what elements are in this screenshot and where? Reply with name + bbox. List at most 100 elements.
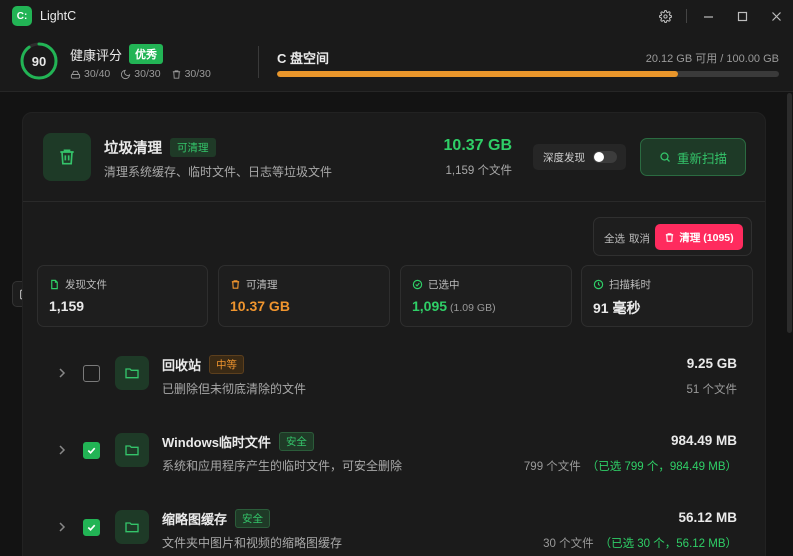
risk-badge: 中等: [209, 355, 245, 374]
title-bar: C: LightC: [0, 0, 793, 32]
risk-badge: 安全: [278, 432, 314, 451]
item-count: 30 个文件 （已选 30 个，56.12 MB）: [543, 535, 737, 551]
clean-label: 清理 (1095): [679, 231, 734, 244]
app-title: LightC: [40, 9, 77, 23]
total-count: 1,159 个文件: [445, 165, 512, 177]
chevron-right-icon[interactable]: [57, 367, 67, 379]
stat-label-text: 可清理: [246, 279, 278, 291]
divider: [258, 46, 259, 78]
minimize-icon[interactable]: [691, 0, 725, 32]
chevron-right-icon[interactable]: [57, 444, 67, 456]
deep-scan-switch[interactable]: [593, 151, 617, 163]
stat-sub: (1.09 GB): [450, 302, 496, 314]
health-stat-disk: 30/40: [70, 68, 110, 80]
stat-value: 1,159: [49, 298, 84, 314]
list-item-recycle-bin[interactable]: 回收站 中等 已删除但未彻底清除的文件 9.25 GB 51 个文件: [23, 341, 767, 419]
cancel-link[interactable]: 取消: [629, 231, 650, 246]
card-header: 垃圾清理 可清理 清理系统缓存、临时文件、日志等垃圾文件 10.37 GB 1,…: [23, 113, 765, 202]
health-stat-value: 30/30: [184, 68, 211, 80]
item-title: Windows临时文件 安全: [162, 432, 314, 451]
check-circle-icon: [412, 279, 423, 290]
health-stat-value: 30/30: [134, 68, 161, 80]
trash-icon: [666, 232, 674, 242]
card-title: 垃圾清理 可清理: [104, 137, 216, 158]
risk-badge: 安全: [235, 509, 271, 528]
disk-title: C 盘空间: [277, 51, 330, 66]
item-description: 文件夹中图片和视频的缩略图缓存: [162, 536, 343, 550]
item-size: 56.12 MB: [678, 510, 737, 525]
check-icon: [87, 524, 96, 531]
window-controls: [648, 0, 793, 32]
trash-icon: [231, 280, 240, 289]
health-title: 健康评分 优秀: [70, 44, 164, 64]
item-count-text: 799 个文件: [523, 461, 581, 473]
health-score-value: 90: [31, 53, 47, 69]
item-checkbox[interactable]: [83, 519, 100, 536]
item-description: 已删除但未彻底清除的文件: [162, 382, 307, 396]
item-title-text: Windows临时文件: [162, 435, 271, 450]
rescan-button[interactable]: 重新扫描: [640, 138, 746, 176]
health-stat-value: 30/40: [84, 68, 111, 80]
stat-label: 发现文件: [49, 277, 107, 292]
status-header: 90 健康评分 优秀 30/40 30/30 30/30 C 盘空间 20.12…: [0, 32, 793, 92]
health-title-text: 健康评分: [70, 47, 123, 63]
stat-scan-time: 扫描耗时 91 毫秒: [581, 265, 753, 327]
health-badge: 优秀: [129, 44, 164, 64]
disk-info: 20.12 GB 可用 / 100.00 GB: [645, 53, 779, 65]
selection-actions: 全选 取消 清理 (1095): [593, 217, 752, 256]
app-logo: C:: [12, 6, 32, 26]
scrollbar[interactable]: [787, 93, 792, 333]
stat-cleanable: 可清理 10.37 GB: [218, 265, 390, 327]
rescan-label: 重新扫描: [676, 151, 727, 166]
item-checkbox[interactable]: [83, 365, 100, 382]
stat-value-text: 10.37 GB: [230, 298, 290, 314]
folder-icon: [115, 356, 149, 390]
total-size: 10.37 GB: [443, 137, 512, 154]
clean-button[interactable]: 清理 (1095): [655, 224, 743, 250]
item-count: 51 个文件: [687, 381, 738, 397]
stat-selected: 已选中 1,095 (1.09 GB): [400, 265, 572, 327]
select-all-link[interactable]: 全选: [604, 231, 625, 246]
health-stat-trash: 30/30: [171, 68, 211, 80]
trash-icon: [43, 133, 91, 181]
item-title-text: 回收站: [162, 358, 202, 373]
chevron-right-icon[interactable]: [57, 521, 67, 533]
folder-icon: [115, 433, 149, 467]
gear-icon[interactable]: [648, 0, 682, 32]
item-title: 缩略图缓存 安全: [162, 509, 271, 528]
stat-value: 10.37 GB: [230, 298, 290, 314]
disk-usage-fill: [277, 71, 678, 77]
stat-label-text: 已选中: [428, 279, 460, 291]
health-stat-moon: 30/30: [120, 68, 161, 80]
stat-label: 可清理: [230, 277, 278, 292]
disk-usage-bar: [277, 71, 779, 77]
item-count-text: 30 个文件: [543, 538, 594, 550]
maximize-icon[interactable]: [725, 0, 759, 32]
item-checkbox[interactable]: [83, 442, 100, 459]
item-count: 799 个文件 （已选 799 个，984.49 MB）: [524, 458, 737, 474]
check-icon: [87, 447, 96, 454]
item-selected-text: （已选 30 个，56.12 MB）: [599, 538, 737, 550]
deep-scan-toggle[interactable]: 深度发现: [533, 144, 626, 170]
item-title: 回收站 中等: [162, 355, 245, 374]
stat-value-text: 91 毫秒: [593, 300, 641, 316]
folder-icon: [115, 510, 149, 544]
item-title-text: 缩略图缓存: [162, 512, 228, 527]
stat-label-text: 发现文件: [65, 279, 107, 291]
moon-icon: [121, 69, 131, 79]
stat-value: 91 毫秒: [593, 298, 640, 318]
stat-label: 扫描耗时: [593, 277, 651, 292]
list-item-thumbnail-cache[interactable]: 缩略图缓存 安全 文件夹中图片和视频的缩略图缓存 56.12 MB 30 个文件…: [23, 495, 767, 556]
card-description: 清理系统缓存、临时文件、日志等垃圾文件: [104, 165, 333, 179]
item-description: 系统和应用程序产生的临时文件，可安全删除: [162, 459, 403, 473]
stat-found-files: 发现文件 1,159: [37, 265, 208, 327]
file-icon: [51, 279, 58, 290]
stat-value-text: 1,159: [49, 298, 85, 314]
item-size: 984.49 MB: [670, 433, 737, 448]
close-icon[interactable]: [759, 0, 793, 32]
search-icon: [660, 152, 670, 162]
health-stats: 30/40 30/30 30/30: [70, 68, 211, 80]
cleanable-badge: 可清理: [170, 138, 216, 157]
divider: [686, 9, 687, 23]
list-item-windows-temp[interactable]: Windows临时文件 安全 系统和应用程序产生的临时文件，可安全删除 984.…: [23, 418, 767, 496]
